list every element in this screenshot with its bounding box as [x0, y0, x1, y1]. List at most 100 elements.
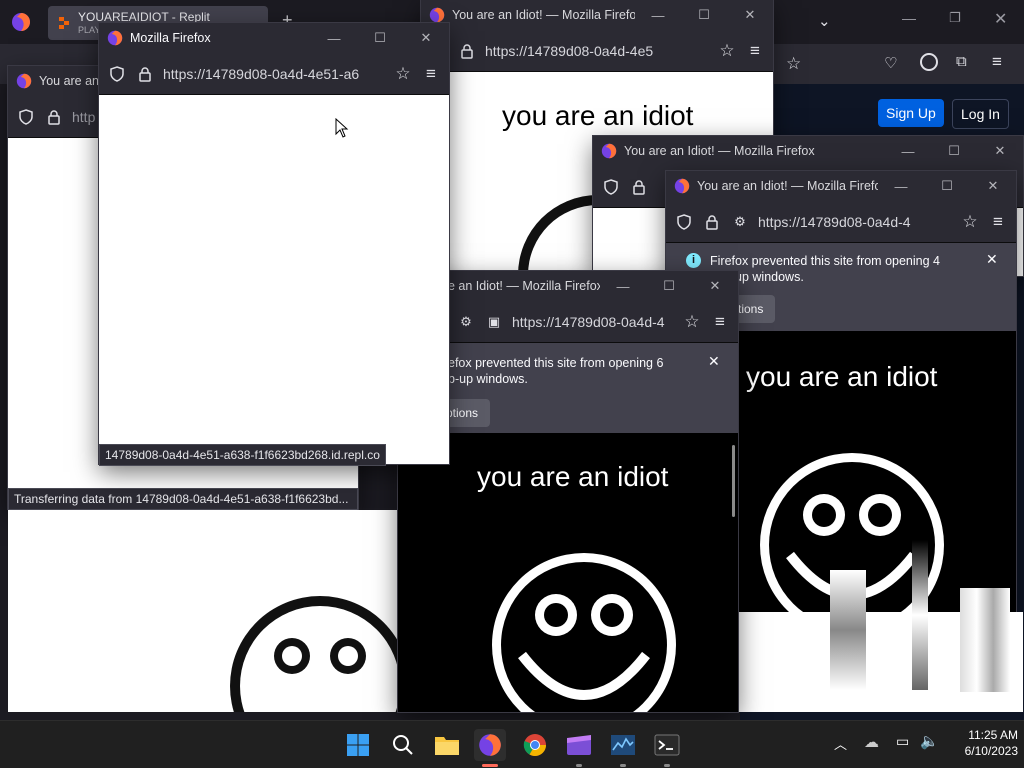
minimize-icon[interactable]: — — [885, 136, 931, 166]
minimize-icon[interactable]: — — [635, 0, 681, 30]
close-icon[interactable]: ✕ — [970, 171, 1016, 201]
url-bar[interactable]: https://14789d08-0a4d-4 — [758, 214, 952, 230]
window-lower-left — [8, 510, 398, 712]
notice-close-icon[interactable]: ✕ — [986, 251, 998, 267]
bookmark-star-icon[interactable]: ☆ — [717, 41, 737, 61]
url-bar[interactable]: https://14789d08-0a4d-4e51-a6 — [163, 66, 385, 82]
app-menu-icon[interactable]: ≡ — [992, 52, 1002, 72]
firefox-icon — [429, 7, 445, 23]
pocket-icon[interactable]: ♡ — [884, 54, 897, 72]
render-glitch — [960, 588, 1010, 692]
clock-time: 11:25 AM — [968, 728, 1018, 742]
popup-blocked-notice: efox prevented this site from opening 6 … — [398, 343, 738, 433]
extensions-icon[interactable]: ⧉ — [956, 53, 967, 70]
close-icon[interactable]: ✕ — [994, 9, 1007, 29]
minimize-icon[interactable]: — — [311, 23, 357, 53]
maximize-icon[interactable]: ☐ — [646, 271, 692, 301]
window-title: Mozilla Firefox — [130, 31, 211, 45]
onedrive-icon[interactable]: ☁ — [864, 733, 879, 751]
file-explorer-icon[interactable] — [431, 729, 463, 761]
bookmark-star-icon[interactable]: ☆ — [960, 212, 980, 232]
shield-icon[interactable] — [674, 212, 694, 232]
lock-icon[interactable] — [135, 64, 155, 84]
firefox-icon — [674, 178, 690, 194]
taskbar: ︿ ☁ ▭ 🔈 11:25 AM 6/10/2023 — [0, 720, 1024, 768]
window-main[interactable]: Mozilla Firefox — ☐ ✕ https://14789d08-0a4… — [99, 23, 449, 464]
render-glitch — [912, 540, 928, 690]
title-bar: e an Idiot! — Mozilla Firefox — ☐ ✕ — [398, 271, 738, 301]
title-bar: Mozilla Firefox — ☐ ✕ — [99, 23, 449, 53]
shield-icon[interactable] — [107, 64, 127, 84]
firefox-menu-icon[interactable] — [11, 12, 31, 32]
nav-bar: https://14789d08-0a4d-4e5 ☆ ≡ — [421, 30, 773, 72]
title-bar: You are an Idiot! — Mozilla Firefox — ☐ ✕ — [593, 136, 1023, 166]
bookmark-star-icon[interactable]: ☆ — [682, 312, 702, 332]
minimize-icon[interactable]: — — [600, 271, 646, 301]
url-bar[interactable]: https://14789d08-0a4d-4 — [512, 314, 674, 330]
bookmark-star-icon[interactable]: ☆ — [786, 54, 801, 74]
list-all-tabs-icon[interactable]: ⌄ — [818, 12, 831, 30]
restore-icon[interactable]: ❐ — [949, 10, 961, 26]
volume-icon[interactable]: 🔈 — [920, 732, 939, 750]
url-bar[interactable]: https://14789d08-0a4d-4e5 — [485, 43, 709, 59]
notice-close-icon[interactable]: ✕ — [708, 353, 720, 369]
clipchamp-icon[interactable] — [563, 729, 595, 767]
lock-icon[interactable] — [629, 177, 649, 197]
idiot-message: you are an idiot — [502, 100, 694, 131]
close-icon[interactable]: ✕ — [727, 0, 773, 30]
task-manager-icon[interactable] — [607, 729, 639, 767]
maximize-icon[interactable]: ☐ — [681, 0, 727, 30]
account-icon[interactable] — [920, 53, 938, 71]
maximize-icon[interactable]: ☐ — [357, 23, 403, 53]
app-menu-icon[interactable]: ≡ — [745, 41, 765, 61]
replit-icon — [58, 16, 72, 30]
app-menu-icon[interactable]: ≡ — [421, 64, 441, 84]
window-title: You are an Idiot! — Mozilla Firefox — [697, 179, 878, 193]
close-icon[interactable]: ✕ — [977, 136, 1023, 166]
firefox-icon — [107, 30, 123, 46]
status-transferring: Transferring data from 14789d08-0a4d-4e5… — [8, 488, 358, 510]
idiot-message: you are an idiot — [746, 361, 938, 392]
minimize-icon[interactable]: — — [878, 171, 924, 201]
render-glitch — [830, 570, 866, 690]
mouse-cursor-icon — [335, 118, 349, 138]
scrollbar[interactable] — [732, 445, 735, 517]
lock-icon[interactable] — [702, 212, 722, 232]
start-button[interactable] — [342, 729, 374, 761]
notice-line1: Firefox prevented this site from opening… — [710, 254, 940, 268]
notice-line1: efox prevented this site from opening 6 — [448, 356, 664, 370]
clock[interactable]: 11:25 AM 6/10/2023 — [948, 727, 1018, 759]
smiley-face-icon — [492, 553, 676, 712]
close-icon[interactable]: ✕ — [403, 23, 449, 53]
page-content — [99, 95, 449, 464]
sign-up-button[interactable]: Sign Up — [878, 99, 944, 127]
app-menu-icon[interactable]: ≡ — [988, 212, 1008, 232]
replit-header: Sign Up Log In — [740, 84, 1024, 140]
window-center[interactable]: e an Idiot! — Mozilla Firefox — ☐ ✕ ⚙ ▣ ht… — [398, 271, 738, 712]
permissions-icon[interactable]: ⚙ — [730, 212, 750, 232]
app-menu-icon[interactable]: ≡ — [710, 312, 730, 332]
minimize-icon[interactable]: — — [902, 10, 916, 26]
shield-icon[interactable] — [16, 107, 36, 127]
network-icon[interactable]: ▭ — [896, 733, 909, 750]
lock-icon[interactable] — [44, 107, 64, 127]
clock-date: 6/10/2023 — [964, 744, 1018, 758]
firefox-icon — [16, 73, 32, 89]
lock-icon[interactable] — [457, 41, 477, 61]
bookmark-star-icon[interactable]: ☆ — [393, 64, 413, 84]
tab-title: YOUAREAIDIOT - Replit — [78, 10, 210, 24]
maximize-icon[interactable]: ☐ — [924, 171, 970, 201]
shield-icon[interactable] — [601, 177, 621, 197]
chrome-icon[interactable] — [519, 729, 551, 761]
tracking-icon[interactable]: ▣ — [484, 312, 504, 332]
permissions-icon[interactable]: ⚙ — [456, 312, 476, 332]
firefox-taskbar-icon[interactable] — [474, 729, 506, 767]
maximize-icon[interactable]: ☐ — [931, 136, 977, 166]
search-icon[interactable] — [387, 729, 419, 761]
terminal-icon[interactable] — [651, 729, 683, 767]
show-hidden-icons-icon[interactable]: ︿ — [834, 734, 847, 753]
log-in-button[interactable]: Log In — [952, 99, 1009, 129]
close-icon[interactable]: ✕ — [692, 271, 738, 301]
smiley-face-icon — [230, 596, 398, 712]
title-bar: You are an Idiot! — Mozilla Firefox — ☐ ✕ — [421, 0, 773, 30]
